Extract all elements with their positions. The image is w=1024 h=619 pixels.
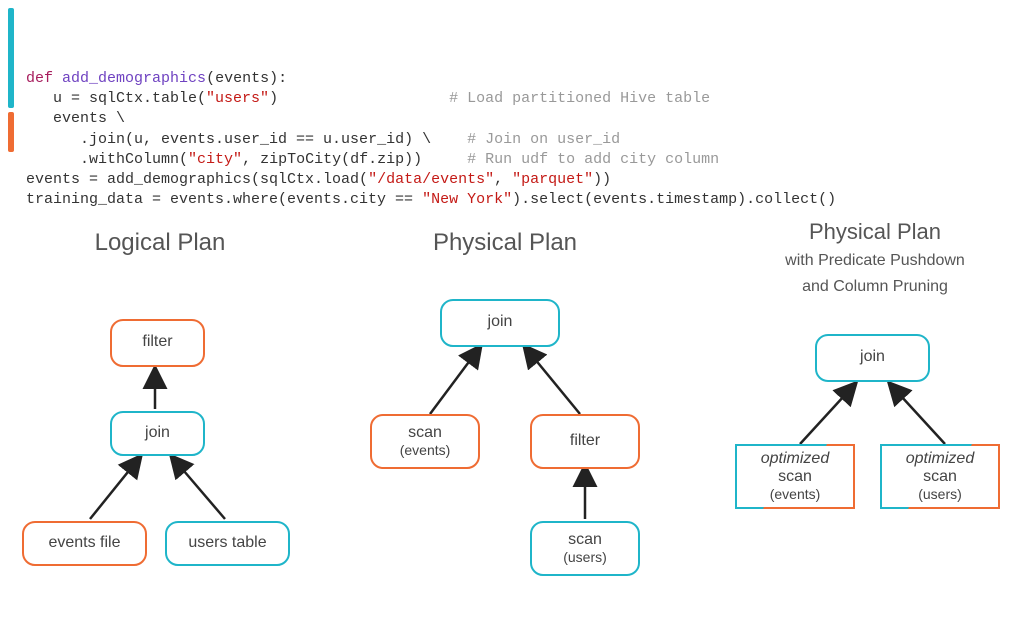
code-token: "users" [206,90,269,107]
node-label: filter [570,432,600,450]
optimized-join-node: join [815,334,930,382]
code-token: u = sqlCtx.table( [53,90,206,107]
node-sublabel: (users) [918,486,962,502]
node-label: scan [408,424,442,442]
node-italic: optimized [906,450,974,468]
node-label: events file [48,534,120,552]
code-token: events = add_demographics(sqlCtx.load( [26,171,368,188]
code-token: , zipToCity(df.zip)) [242,151,422,168]
physical-scan-users-node: scan (users) [530,521,640,576]
code-token: training_data = events.where(events.city… [26,191,422,208]
code-comment: # Run udf to add city column [467,151,719,168]
node-italic: optimized [761,450,829,468]
code-token: ( [206,70,215,87]
code-comment: # Load partitioned Hive table [449,90,710,107]
code-marker-orange [8,112,14,152]
code-token: events \ [53,110,125,127]
logical-plan-title: Logical Plan [60,229,260,257]
code-token: "city" [188,151,242,168]
physical-filter-node: filter [530,414,640,469]
node-label: scan [778,468,812,486]
code-token: "parquet" [512,171,593,188]
node-sublabel: (users) [563,549,607,565]
opt-subtitle-line: and Column Pruning [802,278,948,295]
node-sublabel: (events) [400,442,451,458]
code-token: def [26,70,53,87]
code-token: "New York" [422,191,512,208]
node-label: scan [923,468,957,486]
node-sublabel: (events) [770,486,821,502]
node-label: join [860,348,885,366]
code-token: , [494,171,512,188]
code-token: "/data/events" [368,171,494,188]
code-block: def add_demographics(events): u = sqlCtx… [0,0,1024,219]
code-token: ) [269,90,278,107]
node-label: join [488,313,513,331]
diagram-area: Logical Plan filter join events file use… [0,219,1024,619]
logical-users-table-node: users table [165,521,290,566]
node-label: join [145,424,170,442]
code-token: )) [593,171,611,188]
node-label: users table [188,534,266,552]
code-token: add_demographics [62,70,206,87]
optimized-plan-title: Physical Plan with Predicate Pushdown an… [740,219,1010,297]
physical-scan-events-node: scan (events) [370,414,480,469]
optimized-scan-users-node: optimized scan (users) [880,444,1000,509]
code-token: ).select(events.timestamp).collect() [512,191,836,208]
physical-plan-title: Physical Plan [400,229,610,257]
code-token: .withColumn( [80,151,188,168]
logical-join-node: join [110,411,205,456]
code-marker-teal [8,8,14,108]
code-comment: # Join on user_id [467,131,620,148]
code-token: .join(u, events.user_id == u.user_id) \ [80,131,431,148]
node-label: filter [142,333,172,351]
physical-join-node: join [440,299,560,347]
opt-subtitle-line: with Predicate Pushdown [785,252,965,269]
node-label: scan [568,531,602,549]
opt-title-line: Physical Plan [809,219,941,244]
code-token: events [215,70,269,87]
code-token: ): [269,70,287,87]
optimized-scan-events-node: optimized scan (events) [735,444,855,509]
logical-filter-node: filter [110,319,205,367]
logical-events-file-node: events file [22,521,147,566]
